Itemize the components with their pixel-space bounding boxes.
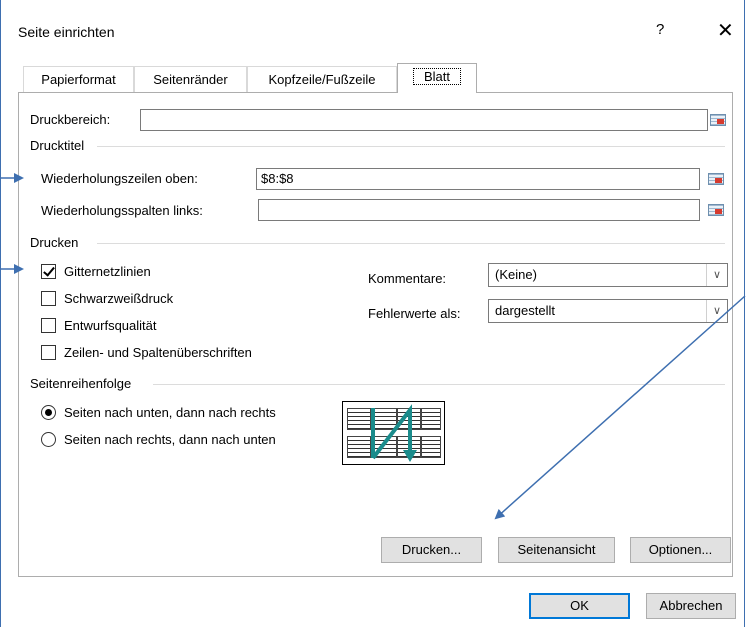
tab-papierformat[interactable]: Papierformat: [23, 66, 134, 92]
black-and-white-label: Schwarzweißdruck: [64, 291, 174, 306]
checkmark-icon: [43, 264, 55, 277]
errors-value: dargestellt: [495, 303, 555, 318]
page-setup-dialog: Seite einrichten ? ✕ Papierformat Seiten…: [0, 0, 745, 627]
row-col-headings-label: Zeilen- und Spaltenüberschriften: [64, 345, 252, 360]
options-button[interactable]: Optionen...: [630, 537, 731, 563]
rows-to-repeat-label: Wiederholungszeilen oben:: [41, 171, 198, 186]
row-col-headings-checkbox[interactable]: [41, 345, 56, 360]
print-titles-divider: [97, 146, 725, 147]
tab-seitenraender[interactable]: Seitenränder: [134, 66, 247, 92]
print-titles-group-label: Drucktitel: [30, 138, 85, 153]
print-button[interactable]: Drucken...: [381, 537, 482, 563]
tab-blatt-label: Blatt: [412, 68, 461, 85]
print-group-label: Drucken: [30, 235, 79, 250]
tab-panel-blatt: [18, 92, 733, 577]
rows-to-repeat-input[interactable]: $8:$8: [256, 168, 700, 190]
page-order-divider: [153, 384, 725, 385]
gridlines-label: Gitternetzlinien: [64, 264, 151, 279]
close-icon[interactable]: ✕: [717, 18, 734, 43]
page-order-preview-icon: [342, 401, 445, 465]
print-preview-button[interactable]: Seitenansicht: [498, 537, 615, 563]
over-then-down-radio[interactable]: [41, 432, 56, 447]
draft-quality-checkbox[interactable]: [41, 318, 56, 333]
print-divider: [97, 243, 725, 244]
chevron-down-icon: ∨: [706, 264, 727, 286]
comments-select[interactable]: (Keine) ∨: [488, 263, 728, 287]
cols-to-repeat-input[interactable]: [258, 199, 700, 221]
print-area-label: Druckbereich:: [30, 112, 111, 127]
black-and-white-checkbox[interactable]: [41, 291, 56, 306]
tab-blatt[interactable]: Blatt: [397, 63, 477, 93]
chevron-down-icon: ∨: [706, 300, 727, 322]
down-then-over-label: Seiten nach unten, dann nach rechts: [64, 405, 276, 420]
errors-select[interactable]: dargestellt ∨: [488, 299, 728, 323]
print-area-input[interactable]: [140, 109, 708, 131]
help-button[interactable]: ?: [656, 21, 664, 38]
tab-kopfzeile-fusszeile[interactable]: Kopfzeile/Fußzeile: [247, 66, 397, 92]
rows-collapse-icon[interactable]: [707, 171, 725, 187]
ok-button[interactable]: OK: [529, 593, 630, 619]
page-order-arrow-icon: [371, 404, 417, 462]
down-then-over-radio[interactable]: [41, 405, 56, 420]
print-area-collapse-icon[interactable]: [709, 112, 727, 128]
comments-label: Kommentare:: [368, 271, 447, 286]
cols-to-repeat-label: Wiederholungsspalten links:: [41, 203, 203, 218]
errors-label: Fehlerwerte als:: [368, 306, 461, 321]
dialog-title: Seite einrichten: [18, 24, 115, 40]
page-order-group-label: Seitenreihenfolge: [30, 376, 132, 391]
cancel-button[interactable]: Abbrechen: [646, 593, 736, 619]
draft-quality-label: Entwurfsqualität: [64, 318, 157, 333]
over-then-down-label: Seiten nach rechts, dann nach unten: [64, 432, 276, 447]
comments-value: (Keine): [495, 267, 537, 282]
cols-collapse-icon[interactable]: [707, 202, 725, 218]
gridlines-checkbox[interactable]: [41, 264, 56, 279]
